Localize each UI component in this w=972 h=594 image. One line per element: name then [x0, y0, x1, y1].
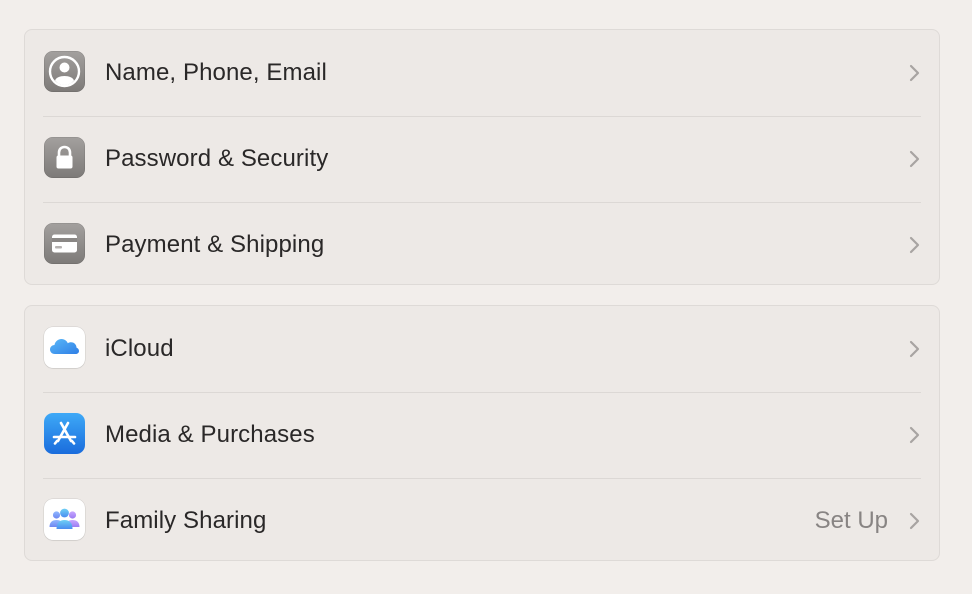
row-label: Password & Security	[105, 145, 329, 172]
row-label: Payment & Shipping	[105, 231, 325, 258]
credit-card-icon	[44, 223, 85, 264]
row-media-purchases[interactable]: Media & Purchases	[25, 392, 939, 478]
row-password-security[interactable]: Password & Security	[25, 116, 939, 202]
row-icloud[interactable]: iCloud	[25, 306, 939, 392]
setup-value: Set Up	[814, 507, 888, 534]
person-circle-icon	[44, 51, 85, 92]
row-name-phone-email[interactable]: Name, Phone, Email	[25, 30, 939, 116]
icloud-icon	[44, 327, 85, 368]
row-label: iCloud	[105, 335, 174, 362]
row-label: Media & Purchases	[105, 421, 315, 448]
chevron-right-icon	[909, 150, 920, 168]
row-label: Family Sharing	[105, 507, 267, 534]
chevron-right-icon	[909, 64, 920, 82]
chevron-right-icon	[909, 340, 920, 358]
chevron-right-icon	[909, 236, 920, 254]
chevron-right-icon	[909, 426, 920, 444]
app-store-icon	[44, 413, 85, 454]
row-payment-shipping[interactable]: Payment & Shipping	[25, 202, 939, 288]
services-settings-group: iCloud Media & Purchases Family Sharing …	[24, 305, 940, 561]
row-label: Name, Phone, Email	[105, 59, 327, 86]
lock-icon	[44, 137, 85, 178]
chevron-right-icon	[909, 512, 920, 530]
row-family-sharing[interactable]: Family Sharing Set Up	[25, 478, 939, 564]
account-settings-group: Name, Phone, Email Password & Security P…	[24, 29, 940, 285]
family-sharing-icon	[44, 499, 85, 540]
